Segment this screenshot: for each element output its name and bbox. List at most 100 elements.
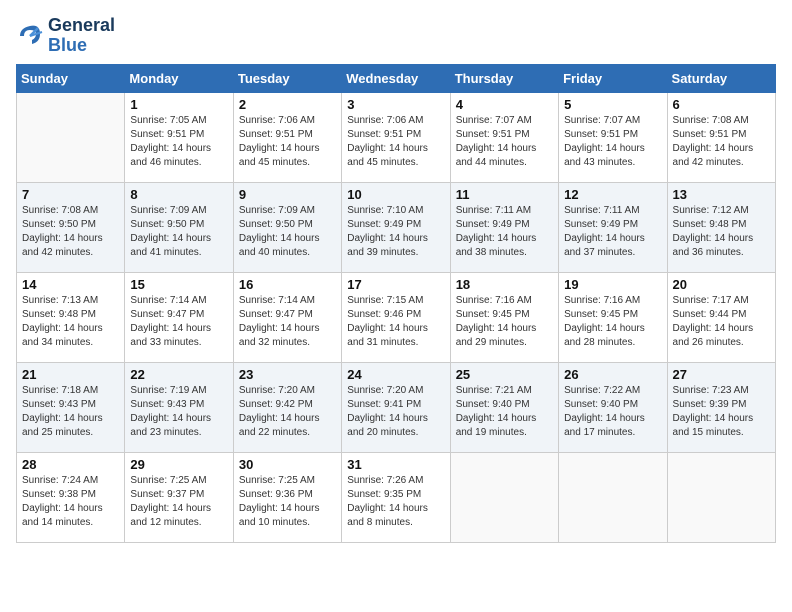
calendar-cell bbox=[667, 452, 775, 542]
calendar-cell: 23 Sunrise: 7:20 AM Sunset: 9:42 PM Dayli… bbox=[233, 362, 341, 452]
calendar-week-row: 14 Sunrise: 7:13 AM Sunset: 9:48 PM Dayli… bbox=[17, 272, 776, 362]
cell-info: Sunrise: 7:17 AM Sunset: 9:44 PM Dayligh… bbox=[673, 294, 770, 350]
page-header: General Blue bbox=[16, 16, 776, 56]
cell-info: Sunrise: 7:09 AM Sunset: 9:50 PM Dayligh… bbox=[239, 204, 336, 260]
calendar-cell: 15 Sunrise: 7:14 AM Sunset: 9:47 PM Dayli… bbox=[125, 272, 233, 362]
day-number: 22 bbox=[130, 367, 227, 382]
calendar-cell: 14 Sunrise: 7:13 AM Sunset: 9:48 PM Dayli… bbox=[17, 272, 125, 362]
cell-info: Sunrise: 7:05 AM Sunset: 9:51 PM Dayligh… bbox=[130, 114, 227, 170]
day-header-sunday: Sunday bbox=[17, 64, 125, 92]
day-number: 10 bbox=[347, 187, 444, 202]
day-number: 6 bbox=[673, 97, 770, 112]
days-header-row: SundayMondayTuesdayWednesdayThursdayFrid… bbox=[17, 64, 776, 92]
day-number: 31 bbox=[347, 457, 444, 472]
calendar-cell: 25 Sunrise: 7:21 AM Sunset: 9:40 PM Dayli… bbox=[450, 362, 558, 452]
calendar-cell: 19 Sunrise: 7:16 AM Sunset: 9:45 PM Dayli… bbox=[559, 272, 667, 362]
calendar-cell: 22 Sunrise: 7:19 AM Sunset: 9:43 PM Dayli… bbox=[125, 362, 233, 452]
calendar-table: SundayMondayTuesdayWednesdayThursdayFrid… bbox=[16, 64, 776, 543]
day-number: 24 bbox=[347, 367, 444, 382]
day-header-wednesday: Wednesday bbox=[342, 64, 450, 92]
day-number: 18 bbox=[456, 277, 553, 292]
calendar-cell: 17Sunrise: 7:15 AM Sunset: 9:46 PM Dayli… bbox=[342, 272, 450, 362]
calendar-cell: 31 Sunrise: 7:26 AM Sunset: 9:35 PM Dayli… bbox=[342, 452, 450, 542]
cell-info: Sunrise: 7:13 AM Sunset: 9:48 PM Dayligh… bbox=[22, 294, 119, 350]
calendar-week-row: 28 Sunrise: 7:24 AM Sunset: 9:38 PM Dayli… bbox=[17, 452, 776, 542]
day-number: 1 bbox=[130, 97, 227, 112]
calendar-cell: 21 Sunrise: 7:18 AM Sunset: 9:43 PM Dayli… bbox=[17, 362, 125, 452]
cell-info: Sunrise: 7:18 AM Sunset: 9:43 PM Dayligh… bbox=[22, 384, 119, 440]
cell-info: Sunrise: 7:26 AM Sunset: 9:35 PM Dayligh… bbox=[347, 474, 444, 530]
day-header-friday: Friday bbox=[559, 64, 667, 92]
calendar-cell: 18Sunrise: 7:16 AM Sunset: 9:45 PM Dayli… bbox=[450, 272, 558, 362]
calendar-cell: 4 Sunrise: 7:07 AM Sunset: 9:51 PM Daylig… bbox=[450, 92, 558, 182]
day-number: 19 bbox=[564, 277, 661, 292]
calendar-cell: 30 Sunrise: 7:25 AM Sunset: 9:36 PM Dayli… bbox=[233, 452, 341, 542]
day-number: 4 bbox=[456, 97, 553, 112]
day-number: 20 bbox=[673, 277, 770, 292]
day-number: 13 bbox=[673, 187, 770, 202]
day-number: 9 bbox=[239, 187, 336, 202]
calendar-cell: 12 Sunrise: 7:11 AM Sunset: 9:49 PM Dayli… bbox=[559, 182, 667, 272]
calendar-cell: 5Sunrise: 7:07 AM Sunset: 9:51 PM Daylig… bbox=[559, 92, 667, 182]
calendar-cell: 29 Sunrise: 7:25 AM Sunset: 9:37 PM Dayli… bbox=[125, 452, 233, 542]
calendar-cell: 28 Sunrise: 7:24 AM Sunset: 9:38 PM Dayli… bbox=[17, 452, 125, 542]
calendar-week-row: 21 Sunrise: 7:18 AM Sunset: 9:43 PM Dayli… bbox=[17, 362, 776, 452]
calendar-cell: 2Sunrise: 7:06 AM Sunset: 9:51 PM Daylig… bbox=[233, 92, 341, 182]
day-number: 21 bbox=[22, 367, 119, 382]
cell-info: Sunrise: 7:08 AM Sunset: 9:50 PM Dayligh… bbox=[22, 204, 119, 260]
cell-info: Sunrise: 7:19 AM Sunset: 9:43 PM Dayligh… bbox=[130, 384, 227, 440]
cell-info: Sunrise: 7:21 AM Sunset: 9:40 PM Dayligh… bbox=[456, 384, 553, 440]
calendar-cell: 13 Sunrise: 7:12 AM Sunset: 9:48 PM Dayli… bbox=[667, 182, 775, 272]
day-number: 26 bbox=[564, 367, 661, 382]
day-number: 8 bbox=[130, 187, 227, 202]
calendar-cell: 16 Sunrise: 7:14 AM Sunset: 9:47 PM Dayli… bbox=[233, 272, 341, 362]
day-number: 28 bbox=[22, 457, 119, 472]
cell-info: Sunrise: 7:06 AM Sunset: 9:51 PM Dayligh… bbox=[347, 114, 444, 170]
calendar-cell bbox=[450, 452, 558, 542]
cell-info: Sunrise: 7:20 AM Sunset: 9:42 PM Dayligh… bbox=[239, 384, 336, 440]
calendar-cell: 11 Sunrise: 7:11 AM Sunset: 9:49 PM Dayli… bbox=[450, 182, 558, 272]
calendar-cell bbox=[17, 92, 125, 182]
cell-info: Sunrise: 7:07 AM Sunset: 9:51 PM Dayligh… bbox=[564, 114, 661, 170]
calendar-week-row: 1 Sunrise: 7:05 AM Sunset: 9:51 PM Daylig… bbox=[17, 92, 776, 182]
cell-info: Sunrise: 7:10 AM Sunset: 9:49 PM Dayligh… bbox=[347, 204, 444, 260]
day-number: 23 bbox=[239, 367, 336, 382]
logo: General Blue bbox=[16, 16, 115, 56]
day-number: 16 bbox=[239, 277, 336, 292]
calendar-cell: 3Sunrise: 7:06 AM Sunset: 9:51 PM Daylig… bbox=[342, 92, 450, 182]
cell-info: Sunrise: 7:22 AM Sunset: 9:40 PM Dayligh… bbox=[564, 384, 661, 440]
cell-info: Sunrise: 7:25 AM Sunset: 9:37 PM Dayligh… bbox=[130, 474, 227, 530]
cell-info: Sunrise: 7:14 AM Sunset: 9:47 PM Dayligh… bbox=[130, 294, 227, 350]
day-number: 29 bbox=[130, 457, 227, 472]
day-number: 14 bbox=[22, 277, 119, 292]
day-number: 11 bbox=[456, 187, 553, 202]
day-number: 7 bbox=[22, 187, 119, 202]
cell-info: Sunrise: 7:08 AM Sunset: 9:51 PM Dayligh… bbox=[673, 114, 770, 170]
calendar-cell bbox=[559, 452, 667, 542]
cell-info: Sunrise: 7:14 AM Sunset: 9:47 PM Dayligh… bbox=[239, 294, 336, 350]
cell-info: Sunrise: 7:25 AM Sunset: 9:36 PM Dayligh… bbox=[239, 474, 336, 530]
day-number: 12 bbox=[564, 187, 661, 202]
cell-info: Sunrise: 7:16 AM Sunset: 9:45 PM Dayligh… bbox=[564, 294, 661, 350]
logo-text: General Blue bbox=[48, 16, 115, 56]
day-number: 25 bbox=[456, 367, 553, 382]
calendar-cell: 27Sunrise: 7:23 AM Sunset: 9:39 PM Dayli… bbox=[667, 362, 775, 452]
calendar-week-row: 7 Sunrise: 7:08 AM Sunset: 9:50 PM Daylig… bbox=[17, 182, 776, 272]
day-number: 15 bbox=[130, 277, 227, 292]
calendar-cell: 8 Sunrise: 7:09 AM Sunset: 9:50 PM Daylig… bbox=[125, 182, 233, 272]
cell-info: Sunrise: 7:09 AM Sunset: 9:50 PM Dayligh… bbox=[130, 204, 227, 260]
calendar-cell: 7 Sunrise: 7:08 AM Sunset: 9:50 PM Daylig… bbox=[17, 182, 125, 272]
day-header-tuesday: Tuesday bbox=[233, 64, 341, 92]
day-header-saturday: Saturday bbox=[667, 64, 775, 92]
calendar-cell: 1 Sunrise: 7:05 AM Sunset: 9:51 PM Daylig… bbox=[125, 92, 233, 182]
day-number: 27 bbox=[673, 367, 770, 382]
cell-info: Sunrise: 7:07 AM Sunset: 9:51 PM Dayligh… bbox=[456, 114, 553, 170]
cell-info: Sunrise: 7:06 AM Sunset: 9:51 PM Dayligh… bbox=[239, 114, 336, 170]
cell-info: Sunrise: 7:11 AM Sunset: 9:49 PM Dayligh… bbox=[564, 204, 661, 260]
cell-info: Sunrise: 7:12 AM Sunset: 9:48 PM Dayligh… bbox=[673, 204, 770, 260]
cell-info: Sunrise: 7:24 AM Sunset: 9:38 PM Dayligh… bbox=[22, 474, 119, 530]
day-header-thursday: Thursday bbox=[450, 64, 558, 92]
day-number: 30 bbox=[239, 457, 336, 472]
cell-info: Sunrise: 7:11 AM Sunset: 9:49 PM Dayligh… bbox=[456, 204, 553, 260]
calendar-cell: 6 Sunrise: 7:08 AM Sunset: 9:51 PM Daylig… bbox=[667, 92, 775, 182]
